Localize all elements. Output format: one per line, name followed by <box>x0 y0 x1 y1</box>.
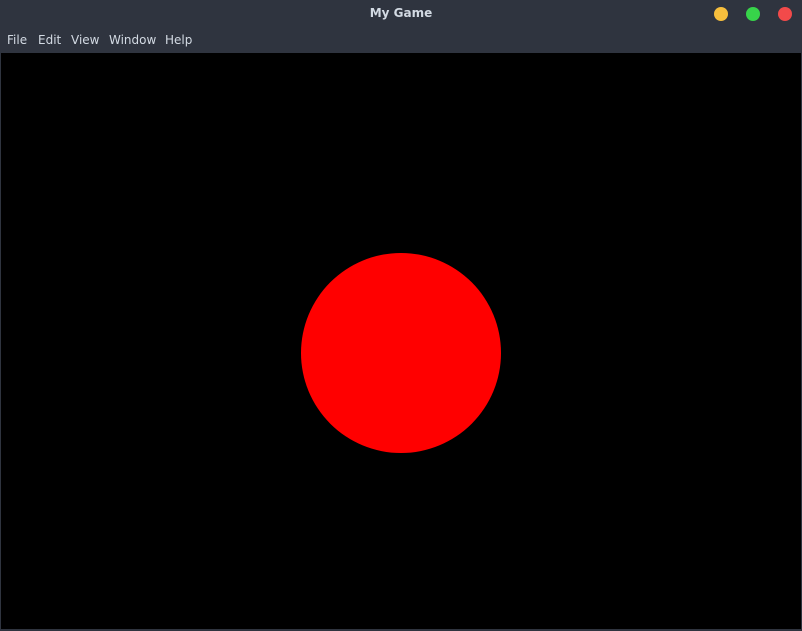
title-bar[interactable]: My Game <box>0 0 802 28</box>
game-window: My Game File Edit View Window Help <box>0 0 802 631</box>
menu-window[interactable]: Window <box>109 33 156 47</box>
menu-file[interactable]: File <box>7 33 27 47</box>
game-canvas[interactable] <box>1 53 801 629</box>
menu-edit[interactable]: Edit <box>38 33 61 47</box>
maximize-button[interactable] <box>746 7 760 21</box>
menu-view[interactable]: View <box>71 33 99 47</box>
window-title: My Game <box>369 6 433 20</box>
minimize-button[interactable] <box>714 7 728 21</box>
close-button[interactable] <box>778 7 792 21</box>
menu-help[interactable]: Help <box>165 33 192 47</box>
red-ball <box>301 253 501 453</box>
menu-bar: File Edit View Window Help <box>0 28 802 53</box>
